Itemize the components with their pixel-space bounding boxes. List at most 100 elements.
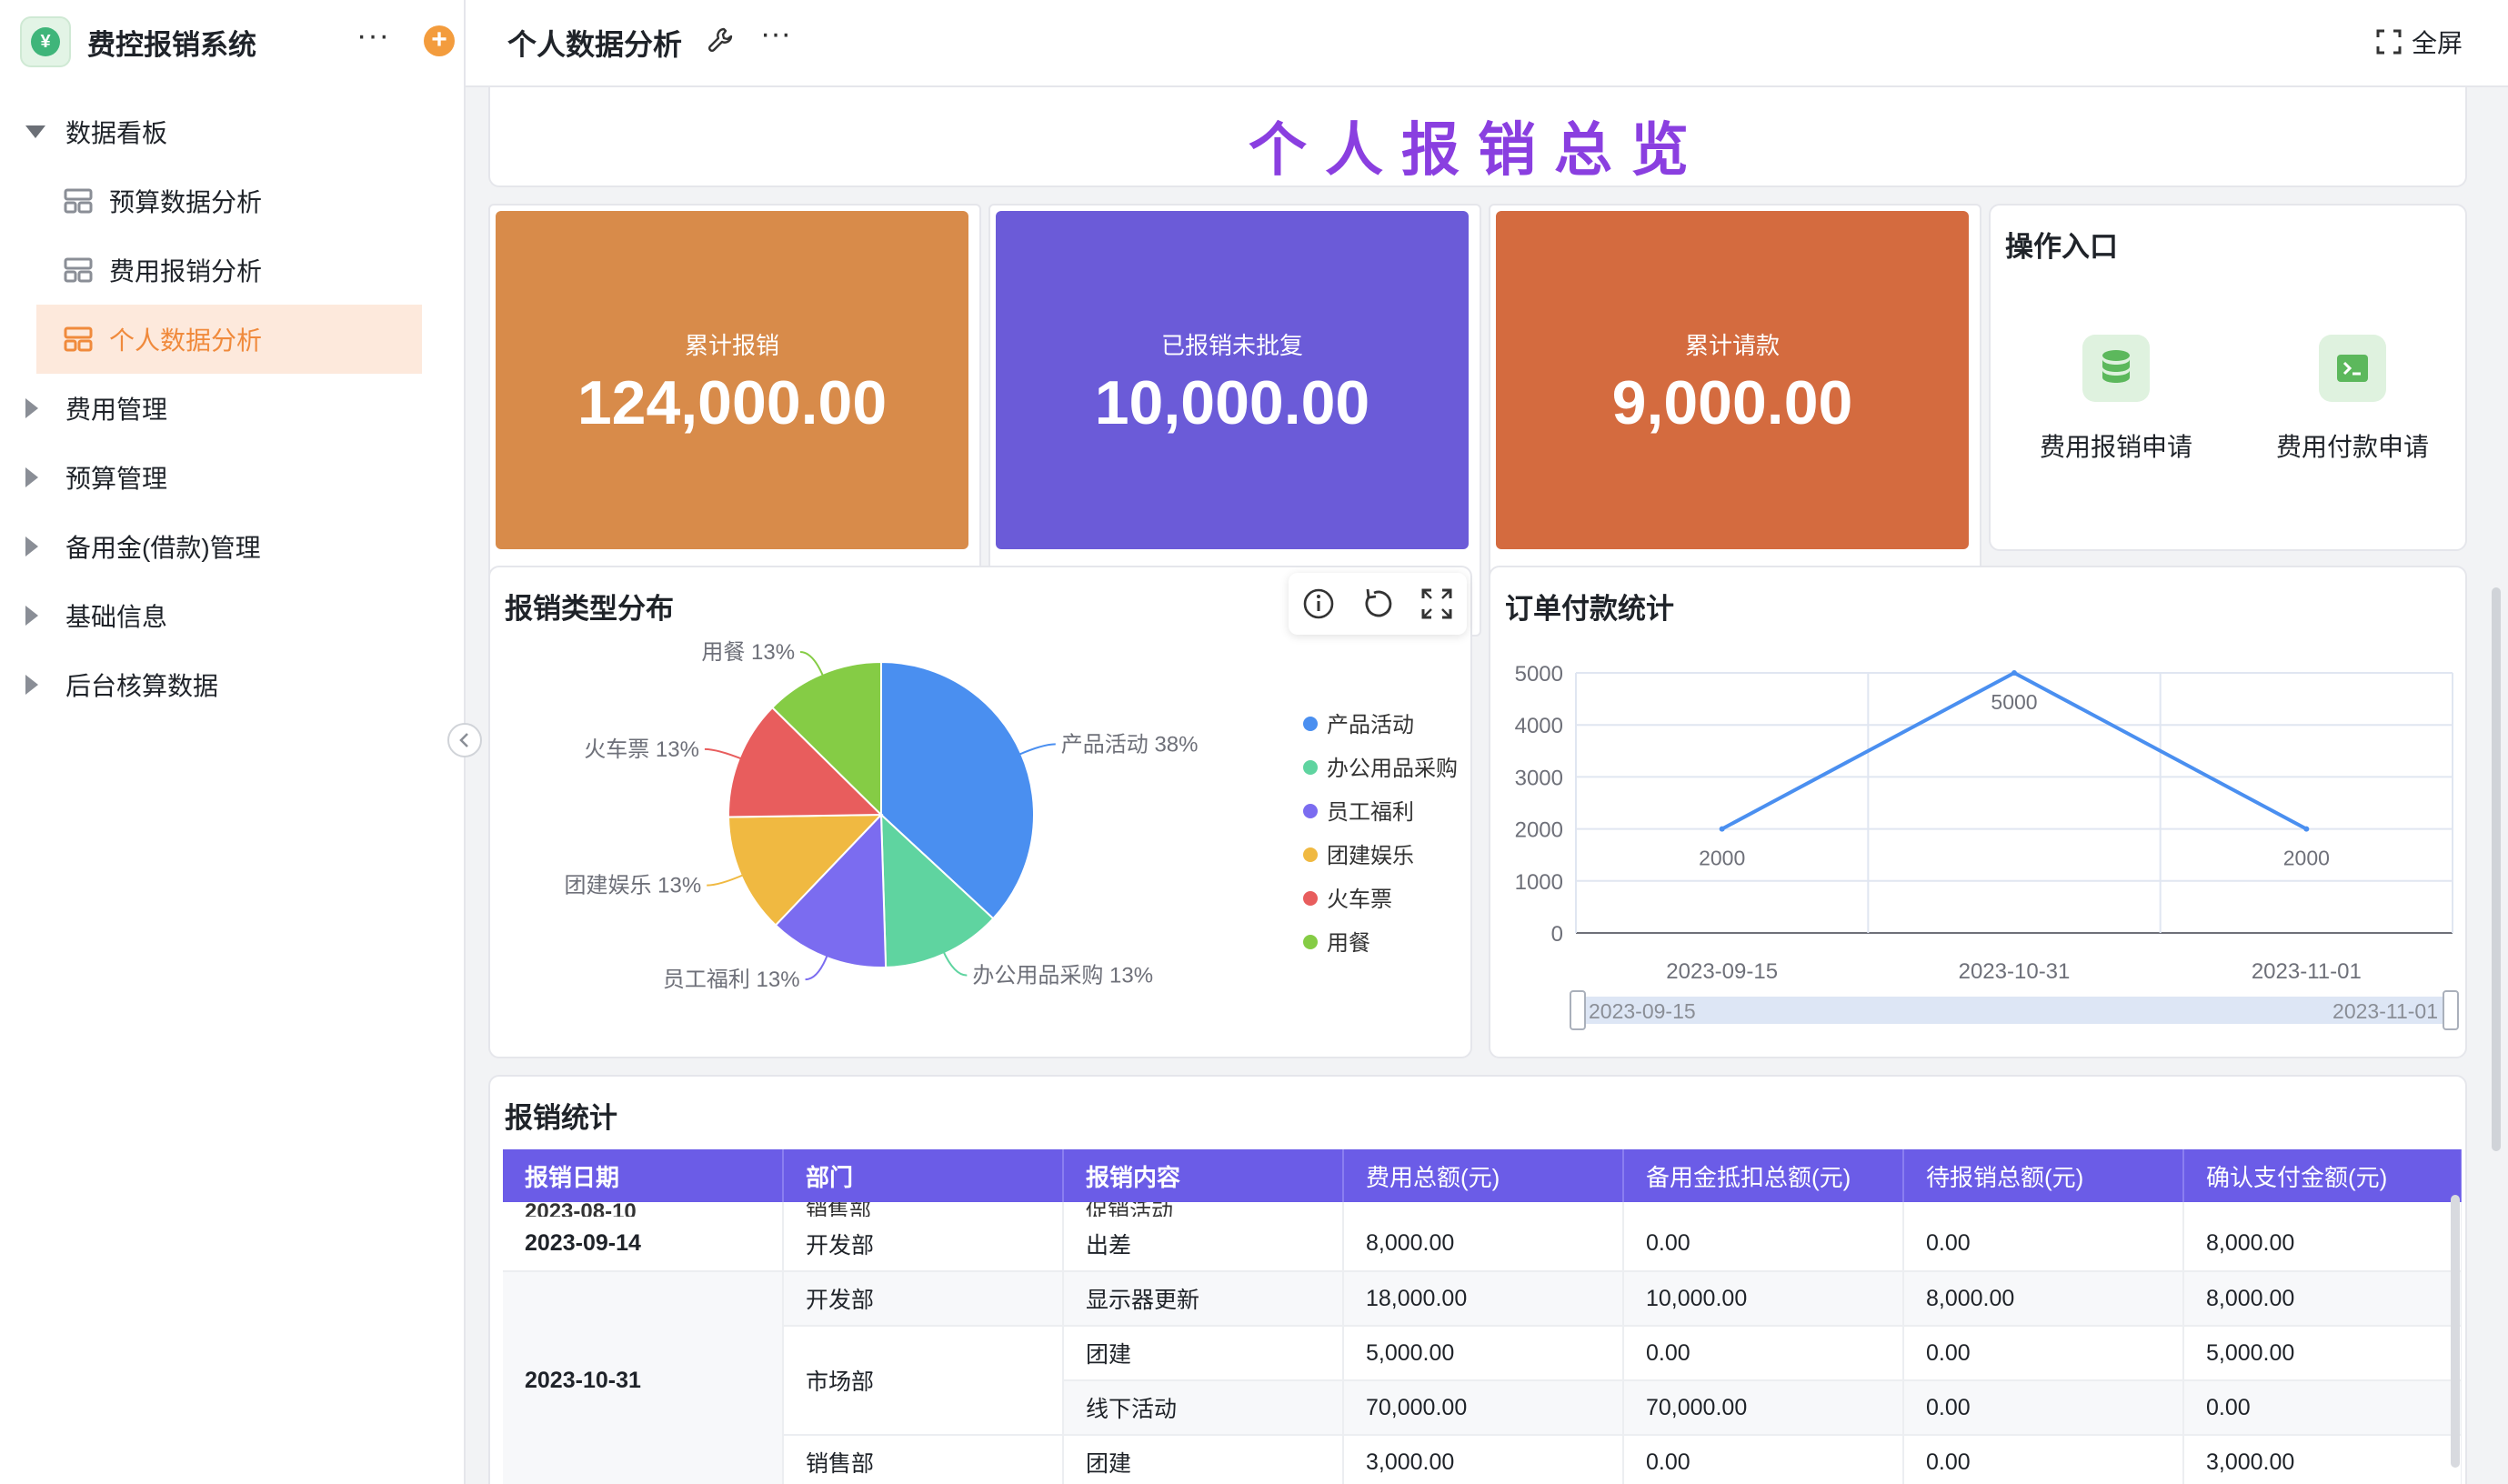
zoom-slider-end-label: 2023-11-01 bbox=[2332, 999, 2438, 1023]
nav-group-budget[interactable]: 预算管理 bbox=[0, 443, 464, 512]
cell-confirmed: 0.00 bbox=[2183, 1380, 2462, 1436]
caret-right-icon bbox=[25, 467, 38, 487]
table-scrollbar[interactable] bbox=[2451, 1195, 2460, 1468]
cell-dept: 开发部 bbox=[783, 1271, 1064, 1327]
nav-menu: 数据看板 预算数据分析 费用报销分析 个人数据分析 费用管理 预算管理 备用金(… bbox=[0, 97, 464, 719]
stats-table-wrap: 报销日期 部门 报销内容 费用总额(元) 备用金抵扣总额(元) 待报销总额(元)… bbox=[503, 1149, 2462, 1484]
expand-icon[interactable] bbox=[1420, 587, 1454, 621]
banner-card: 个人报销总览 bbox=[488, 87, 2467, 187]
nav-group-label: 后台核算数据 bbox=[65, 672, 219, 700]
column-header[interactable]: 待报销总额(元) bbox=[1903, 1149, 2184, 1202]
pie-label: 用餐 13% bbox=[701, 640, 795, 665]
info-icon[interactable] bbox=[1301, 587, 1336, 621]
nav-item-personal-analysis[interactable]: 个人数据分析 bbox=[36, 305, 422, 374]
zoom-slider-handle-right bbox=[2443, 990, 2459, 1030]
table-row: 市场部 团建 5,000.00 0.00 0.00 5,000.00 bbox=[503, 1326, 2462, 1436]
sidebar-collapse-button[interactable] bbox=[447, 723, 482, 757]
cell-deduct: 70,000.00 bbox=[1623, 1380, 1904, 1436]
column-header[interactable]: 备用金抵扣总额(元) bbox=[1623, 1149, 1904, 1202]
cell-total: 8,000.00 bbox=[1343, 1217, 1624, 1272]
more-icon[interactable]: ··· bbox=[356, 18, 390, 54]
pie-label: 团建娱乐 13% bbox=[565, 874, 702, 898]
expense-apply-button[interactable]: 费用报销申请 bbox=[2016, 335, 2216, 464]
nav-item-budget-analysis[interactable]: 预算数据分析 bbox=[0, 166, 464, 236]
y-tick-label: 2000 bbox=[1515, 818, 1563, 843]
cell-content: 团建 bbox=[1063, 1435, 1344, 1484]
cell-confirmed: 8,000.00 bbox=[2183, 1217, 2462, 1272]
operations-card: 操作入口 费用报销申请 费用付款申请 bbox=[1989, 204, 2467, 551]
page-scrollbar[interactable] bbox=[2492, 587, 2501, 1151]
y-tick-label: 5000 bbox=[1515, 662, 1563, 687]
pie-leader-line bbox=[799, 651, 825, 678]
cell-pending: 0.00 bbox=[1903, 1380, 2184, 1436]
legend-label: 火车票 bbox=[1327, 887, 1392, 912]
pie-label: 火车票 13% bbox=[584, 737, 699, 762]
nav-item-expense-analysis[interactable]: 费用报销分析 bbox=[0, 236, 464, 305]
cell-content: 显示器更新 bbox=[1063, 1271, 1344, 1327]
nav-item-label: 费用报销分析 bbox=[109, 257, 263, 286]
zoom-slider-track bbox=[1576, 997, 2453, 1024]
data-label: 5000 bbox=[1991, 690, 2037, 714]
table-row: 2023-08-10 销售部 促销活动 bbox=[503, 1202, 2462, 1217]
cell-total: 70,000.00 bbox=[1343, 1380, 1624, 1436]
nav-group-label: 基础信息 bbox=[65, 603, 168, 631]
table-title: 报销统计 bbox=[505, 1102, 617, 1134]
nav-group-dashboard[interactable]: 数据看板 bbox=[0, 97, 464, 166]
legend-dot bbox=[1303, 847, 1318, 862]
database-icon bbox=[2082, 335, 2150, 402]
kpi-value: 10,000.00 bbox=[1094, 368, 1370, 437]
pie-chart-card: 报销类型分布 产品活动 38% 办公用品采购 13% 员工福利 13% 团建娱乐 13… bbox=[488, 566, 1472, 1058]
legend-dot bbox=[1303, 760, 1318, 775]
line-chart: 0 1000 2000 3000 4000 5000 2023-09-15 2023-10-3… bbox=[1515, 662, 2459, 1030]
kpi-tile: 累计报销 124,000.00 bbox=[496, 211, 968, 549]
op-label: 费用报销申请 bbox=[2039, 433, 2192, 461]
nav-group-basic-info[interactable]: 基础信息 bbox=[0, 581, 464, 650]
fullscreen-label: 全屏 bbox=[2411, 29, 2463, 57]
nav-group-expense[interactable]: 费用管理 bbox=[0, 374, 464, 443]
wrench-icon[interactable] bbox=[706, 25, 735, 55]
pie-leader-line bbox=[1017, 743, 1056, 757]
operations-title: 操作入口 bbox=[2005, 231, 2118, 263]
banner-title: 个人报销总览 bbox=[1249, 117, 1707, 183]
cell-date: 2023-09-14 bbox=[503, 1217, 784, 1272]
column-header[interactable]: 部门 bbox=[783, 1149, 1064, 1202]
add-icon[interactable]: + bbox=[424, 25, 455, 56]
cell-date: 2023-10-31 bbox=[503, 1271, 784, 1484]
data-point bbox=[2011, 670, 2017, 676]
column-header[interactable]: 费用总额(元) bbox=[1343, 1149, 1624, 1202]
brand: ¥ 费控报销系统 ··· + bbox=[20, 15, 455, 69]
pie-label: 产品活动 38% bbox=[1061, 732, 1199, 757]
nav-item-label: 预算数据分析 bbox=[109, 188, 263, 216]
kpi-tile: 已报销未批复 10,000.00 bbox=[996, 211, 1469, 549]
caret-right-icon bbox=[25, 606, 38, 626]
more-icon[interactable]: ··· bbox=[760, 16, 791, 52]
app-logo-icon: ¥ bbox=[20, 16, 71, 67]
table-row: 销售部 团建 3,000.00 0.00 0.00 3,000.00 bbox=[503, 1435, 2462, 1484]
column-header[interactable]: 报销内容 bbox=[1063, 1149, 1344, 1202]
column-header[interactable]: 确认支付金额(元) bbox=[2183, 1149, 2462, 1202]
fullscreen-button[interactable]: 全屏 bbox=[2375, 24, 2463, 60]
cell-pending: 0.00 bbox=[1903, 1435, 2184, 1484]
fullscreen-icon bbox=[2376, 29, 2402, 55]
dashboard-icon bbox=[64, 326, 93, 352]
stats-table: 报销日期 部门 报销内容 费用总额(元) 备用金抵扣总额(元) 待报销总额(元)… bbox=[503, 1149, 2462, 1484]
nav-group-backend-accounting[interactable]: 后台核算数据 bbox=[0, 650, 464, 719]
column-header[interactable]: 报销日期 bbox=[503, 1149, 784, 1202]
refresh-icon[interactable] bbox=[1360, 587, 1395, 621]
line-chart-title: 订单付款统计 bbox=[1505, 593, 1674, 625]
y-tick-label: 3000 bbox=[1515, 766, 1563, 790]
nav-group-label: 数据看板 bbox=[65, 119, 168, 147]
nav-group-petty-cash[interactable]: 备用金(借款)管理 bbox=[0, 512, 464, 581]
op-label: 费用付款申请 bbox=[2275, 433, 2429, 461]
x-tick-label: 2023-11-01 bbox=[2252, 959, 2362, 984]
table-header-row: 报销日期 部门 报销内容 费用总额(元) 备用金抵扣总额(元) 待报销总额(元)… bbox=[503, 1149, 2462, 1202]
y-tick-label: 4000 bbox=[1515, 714, 1563, 738]
payment-apply-button[interactable]: 费用付款申请 bbox=[2252, 335, 2453, 464]
cell-dept: 销售部 bbox=[783, 1435, 1064, 1484]
cell-content: 促销活动 bbox=[1063, 1202, 1344, 1217]
table-card: 报销统计 报销日期 部门 报销内容 费用总额(元) 备用金抵扣总额(元) 待报销… bbox=[488, 1075, 2467, 1484]
cell-total: 5,000.00 bbox=[1343, 1326, 1624, 1381]
page-title: 个人数据分析 bbox=[507, 28, 683, 61]
data-point bbox=[1719, 826, 1725, 832]
cell-date: 2023-08-10 bbox=[503, 1202, 784, 1217]
